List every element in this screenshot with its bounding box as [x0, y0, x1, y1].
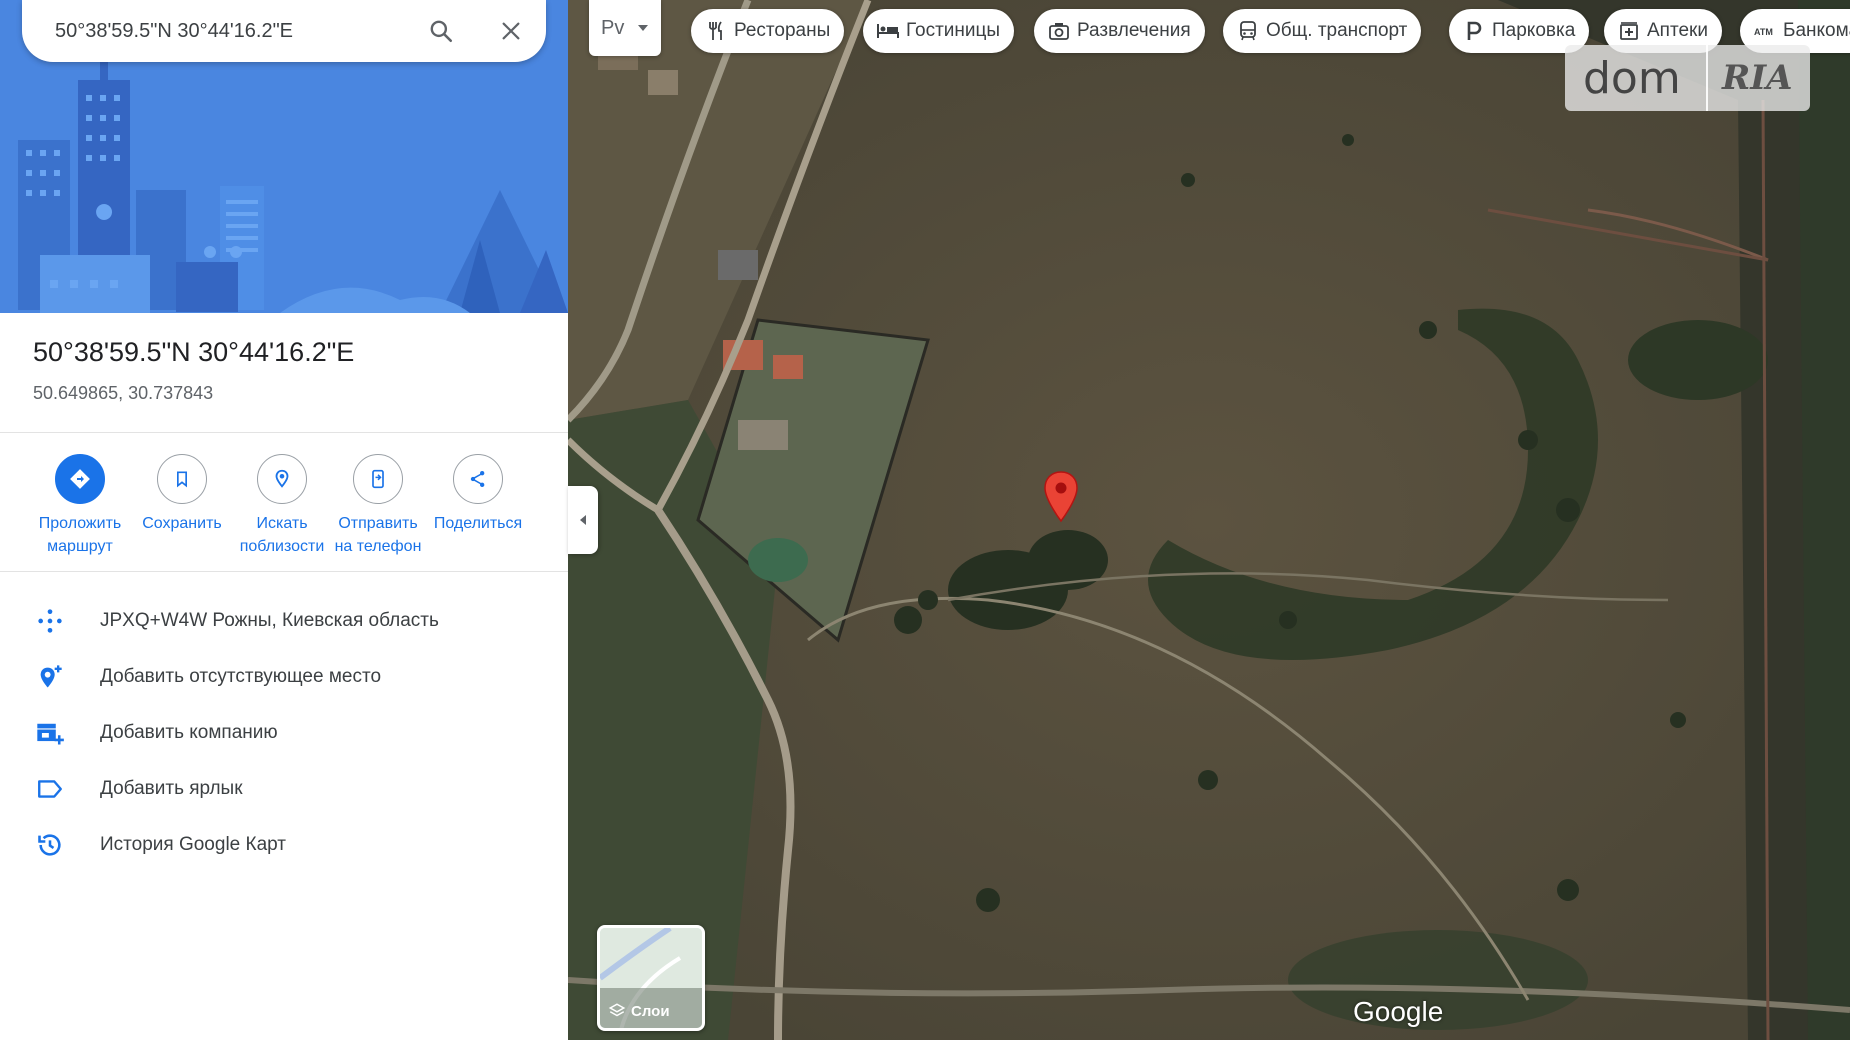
- action-bar: Проложить маршрут Сохранить Искать поблизо…: [0, 434, 568, 572]
- directions-label: Проложить маршрут: [38, 515, 122, 555]
- google-logo: Google: [1353, 996, 1444, 1027]
- svg-text:ATM: ATM: [1754, 27, 1773, 37]
- add-label-text: Добавить ярлык: [100, 778, 243, 799]
- nearby-button[interactable]: Искать поблизости: [230, 454, 334, 558]
- add-place-text: Добавить отсутствующее место: [100, 666, 382, 687]
- nearby-label: Искать поблизости: [239, 515, 325, 555]
- watermark-dom: dom: [1583, 52, 1681, 104]
- layers-icon: [608, 1003, 626, 1017]
- language-label: Рv: [601, 16, 625, 39]
- hotel-icon: [877, 20, 899, 42]
- add-business-icon: [0, 719, 100, 747]
- watermark-ria: RIA: [1722, 58, 1793, 98]
- pharmacy-icon: [1618, 20, 1640, 42]
- collapse-panel-button[interactable]: [568, 486, 598, 554]
- bookmark-icon: [157, 454, 207, 504]
- maps-app: 50°38'59.5"N 30°44'16.2"E 50°38'59.5"N 3…: [0, 0, 1850, 1040]
- chip-atms-label: Банкоматы: [1783, 20, 1850, 41]
- plus-code-icon: [0, 607, 100, 635]
- chip-pharmacies-label: Аптеки: [1647, 20, 1708, 41]
- domria-watermark: dom RIA: [1565, 45, 1810, 111]
- info-list: JPXQ+W4W Рожны, Киевская область Добавит…: [0, 593, 568, 873]
- chip-hotels[interactable]: Гостиницы: [863, 9, 1015, 53]
- language-selector[interactable]: Рv: [589, 0, 661, 56]
- chip-hotels-label: Гостиницы: [906, 20, 1001, 41]
- plus-code-text: JPXQ+W4W Рожны, Киевская область: [100, 610, 439, 631]
- chip-parking-label: Парковка: [1492, 20, 1576, 41]
- chip-transit-label: Общ. транспорт: [1266, 20, 1408, 41]
- nearby-icon: [257, 454, 307, 504]
- share-button[interactable]: Поделиться: [426, 454, 530, 535]
- chevron-left-icon: [580, 515, 586, 525]
- chip-entertainment-label: Развлечения: [1077, 20, 1191, 41]
- add-business-row[interactable]: Добавить компанию: [0, 705, 568, 761]
- close-icon[interactable]: [476, 0, 546, 62]
- add-place-icon: [0, 663, 100, 691]
- chip-transit[interactable]: Общ. транспорт: [1223, 9, 1422, 53]
- chip-restaurants[interactable]: Рестораны: [691, 9, 845, 53]
- directions-button[interactable]: Проложить маршрут: [28, 454, 132, 558]
- satellite-map[interactable]: Слои: [568, 0, 1850, 1040]
- plus-code-row[interactable]: JPXQ+W4W Рожны, Киевская область: [0, 593, 568, 649]
- decimal-coordinates: 50.649865, 30.737843: [33, 383, 214, 403]
- search-icon[interactable]: [406, 0, 476, 62]
- satellite-imagery: [568, 0, 1850, 1040]
- chevron-down-icon: [638, 25, 649, 31]
- page-title: 50°38'59.5"N 30°44'16.2"E: [33, 337, 355, 367]
- send-to-phone-label: Отправить на телефон: [334, 515, 422, 555]
- share-label: Поделиться: [433, 515, 523, 532]
- restaurant-icon: [705, 20, 727, 42]
- place-header: 50°38'59.5"N 30°44'16.2"E 50.649865, 30.…: [0, 313, 568, 433]
- add-label-row[interactable]: Добавить ярлык: [0, 761, 568, 817]
- atm-icon: ATM: [1754, 20, 1776, 42]
- search-input[interactable]: 50°38'59.5"N 30°44'16.2"E: [22, 20, 406, 43]
- history-icon: [0, 831, 100, 859]
- chip-restaurants-label: Рестораны: [734, 20, 831, 41]
- location-pin-icon[interactable]: [1043, 471, 1079, 528]
- add-business-text: Добавить компанию: [100, 722, 278, 743]
- layers-button[interactable]: Слои: [597, 925, 705, 1031]
- save-button[interactable]: Сохранить: [130, 454, 234, 535]
- send-to-phone-button[interactable]: Отправить на телефон: [326, 454, 430, 558]
- parking-icon: [1463, 20, 1485, 42]
- share-icon: [453, 454, 503, 504]
- history-text: История Google Карт: [100, 834, 286, 855]
- history-row[interactable]: История Google Карт: [0, 817, 568, 873]
- save-label: Сохранить: [142, 515, 222, 532]
- add-place-row[interactable]: Добавить отсутствующее место: [0, 649, 568, 705]
- directions-icon: [55, 454, 105, 504]
- label-icon: [0, 777, 100, 801]
- transit-icon: [1237, 20, 1259, 42]
- layers-label: Слои: [608, 1002, 670, 1020]
- send-to-phone-icon: [353, 454, 403, 504]
- camera-icon: [1048, 20, 1070, 42]
- side-panel: 50°38'59.5"N 30°44'16.2"E 50°38'59.5"N 3…: [0, 0, 568, 1040]
- search-box: 50°38'59.5"N 30°44'16.2"E: [22, 0, 546, 62]
- chip-entertainment[interactable]: Развлечения: [1034, 9, 1205, 53]
